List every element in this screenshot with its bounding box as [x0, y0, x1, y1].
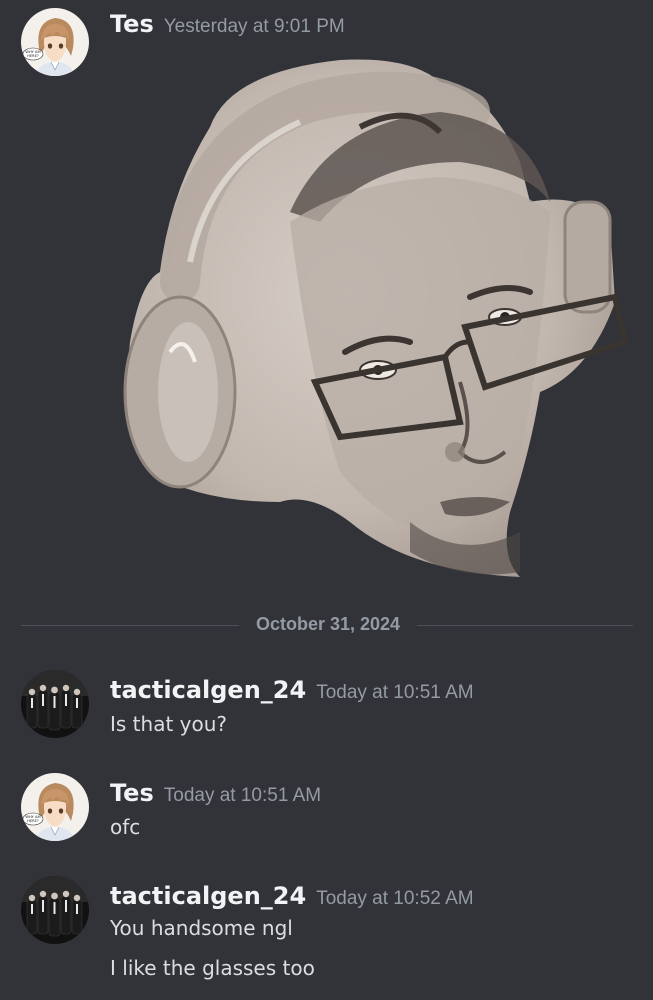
message-text: You handsome ngl	[110, 916, 293, 940]
message-text: Is that you?	[110, 712, 228, 736]
message-header: tacticalgen_24 Today at 10:51 AM	[110, 676, 474, 704]
user-avatar[interactable]	[21, 670, 89, 738]
user-avatar[interactable]	[21, 773, 89, 841]
message-header: tacticalgen_24 Today at 10:52 AM	[110, 882, 474, 910]
message-header: Tes Today at 10:51 AM	[110, 779, 321, 807]
user-avatar[interactable]	[21, 876, 89, 944]
chat-message-list: Tes Yesterday at 9:01 PM October 31, 202…	[0, 0, 653, 1000]
message-author[interactable]: tacticalgen_24	[110, 676, 306, 704]
anime-boy-avatar-icon	[21, 8, 89, 76]
image-attachment[interactable]	[110, 52, 630, 587]
message-author[interactable]: tacticalgen_24	[110, 882, 306, 910]
date-divider: October 31, 2024	[21, 610, 633, 642]
divider-date: October 31, 2024	[255, 614, 401, 634]
message-timestamp: Today at 10:51 AM	[316, 682, 474, 703]
pencil-sketch-portrait-icon	[123, 59, 629, 577]
message-text: I like the glasses too	[110, 956, 315, 980]
message-timestamp: Today at 10:51 AM	[163, 785, 322, 806]
message-text: ofc	[110, 815, 141, 839]
group-photo-avatar-icon	[21, 670, 89, 738]
message-author[interactable]: Tes	[110, 10, 154, 38]
anime-boy-avatar-icon	[21, 773, 89, 841]
group-photo-avatar-icon	[21, 876, 89, 944]
divider-line-right	[417, 625, 633, 626]
message-timestamp: Today at 10:52 AM	[316, 888, 474, 909]
message-author[interactable]: Tes	[110, 779, 154, 807]
message-timestamp: Yesterday at 9:01 PM	[163, 16, 345, 37]
message-header: Tes Yesterday at 9:01 PM	[110, 10, 345, 38]
user-avatar[interactable]	[21, 8, 89, 76]
divider-line-left	[21, 625, 239, 626]
